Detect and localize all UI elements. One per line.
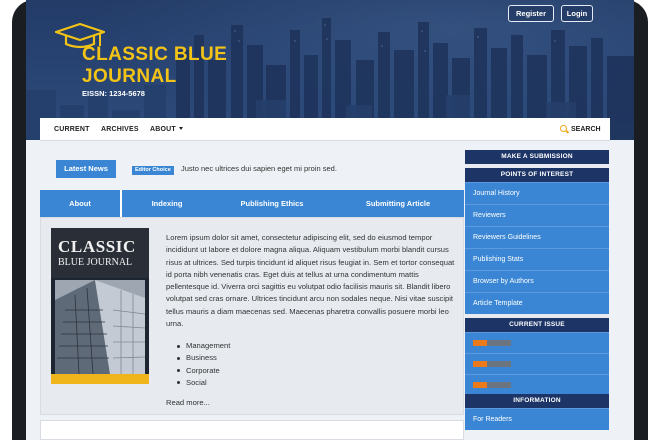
- cover-title-line-1: CLASSIC: [58, 237, 136, 256]
- nav-item-about[interactable]: ABOUT: [150, 118, 183, 141]
- feed-link-row: [465, 353, 609, 374]
- list-item: Management: [176, 340, 230, 352]
- feed-link-row: [465, 374, 609, 395]
- badge-accent: [473, 340, 487, 346]
- make-submission-button[interactable]: MAKE A SUBMISSION: [465, 150, 609, 164]
- main-navigation: CURRENT ARCHIVES ABOUT SEARCH: [40, 118, 610, 141]
- rss2-feed-badge-icon[interactable]: [473, 361, 511, 367]
- browser-screen: Register Login CLASSIC BLUE JOURNAL EISS…: [26, 0, 634, 440]
- nav-item-current[interactable]: CURRENT: [54, 118, 90, 141]
- chevron-down-icon: [178, 127, 183, 130]
- next-section: [40, 420, 464, 440]
- topic-list: Management Business Corporate Social: [176, 340, 230, 389]
- cover-title-line-2: BLUE JOURNAL: [58, 257, 133, 268]
- latest-news-button[interactable]: Latest News: [56, 160, 116, 178]
- search-label: SEARCH: [571, 126, 601, 133]
- building-photo: [55, 280, 145, 374]
- search-link[interactable]: SEARCH: [560, 118, 601, 141]
- about-text: Lorem ipsum dolor sit amet, consectetur …: [166, 233, 455, 329]
- tab-indexing[interactable]: Indexing: [122, 190, 212, 217]
- editor-choice-badge: Editor Choice: [132, 166, 174, 175]
- sidebar-item-browser-by-authors[interactable]: Browser by Authors: [465, 270, 609, 292]
- logo-title-line-1: CLASSIC BLUE: [82, 44, 228, 65]
- register-button[interactable]: Register: [508, 5, 554, 22]
- logo-title-line-2: JOURNAL: [82, 66, 177, 87]
- nav-item-archives[interactable]: ARCHIVES: [101, 118, 139, 141]
- about-panel: CLASSIC BLUE JOURNAL Lorem ipsum dolor s…: [40, 217, 464, 415]
- current-issue-heading: CURRENT ISSUE: [465, 318, 609, 332]
- nav-about-label: ABOUT: [150, 126, 176, 133]
- points-of-interest-heading: POINTS OF INTEREST: [465, 168, 609, 182]
- news-headline[interactable]: Justo nec ultrices dui sapien eget mi pr…: [181, 164, 337, 173]
- list-item: Social: [176, 377, 230, 389]
- sidebar-item-publishing-stats[interactable]: Publishing Stats: [465, 248, 609, 270]
- rss1-feed-badge-icon[interactable]: [473, 382, 511, 388]
- cover-footer-bar: [51, 374, 149, 384]
- info-tabs: About Indexing Publishing Ethics Submitt…: [40, 190, 464, 217]
- sidebar-item-reviewers[interactable]: Reviewers: [465, 204, 609, 226]
- search-icon: [560, 125, 567, 132]
- sidebar-item-article-template[interactable]: Article Template: [465, 292, 609, 314]
- journal-cover-image[interactable]: CLASSIC BLUE JOURNAL: [51, 228, 149, 384]
- sidebar-item-reviewers-guidelines[interactable]: Reviewers Guidelines: [465, 226, 609, 248]
- login-button[interactable]: Login: [561, 5, 593, 22]
- tab-about[interactable]: About: [40, 190, 120, 217]
- sidebar-item-journal-history[interactable]: Journal History: [465, 182, 609, 204]
- tab-publishing-ethics[interactable]: Publishing Ethics: [212, 190, 332, 217]
- eissn-label: EISSN: 1234-5678: [82, 89, 145, 98]
- information-heading: INFORMATION: [465, 394, 609, 408]
- badge-accent: [473, 361, 487, 367]
- news-ticker: Latest News Editor Choice Justo nec ultr…: [40, 148, 464, 182]
- sidebar-item-for-readers[interactable]: For Readers: [465, 408, 609, 430]
- atom-feed-badge-icon[interactable]: [473, 340, 511, 346]
- main-content: Latest News Editor Choice Justo nec ultr…: [40, 148, 464, 440]
- feed-link-row: [465, 332, 609, 353]
- list-item: Business: [176, 352, 230, 364]
- sidebar: MAKE A SUBMISSION POINTS OF INTEREST Jou…: [465, 150, 609, 440]
- device: Register Login CLASSIC BLUE JOURNAL EISS…: [0, 0, 660, 440]
- read-more-link[interactable]: Read more...: [166, 398, 210, 407]
- tab-submitting-article[interactable]: Submitting Article: [332, 190, 464, 217]
- list-item: Corporate: [176, 365, 230, 377]
- badge-accent: [473, 382, 487, 388]
- journal-logo[interactable]: CLASSIC BLUE JOURNAL EISSN: 1234-5678: [54, 22, 254, 102]
